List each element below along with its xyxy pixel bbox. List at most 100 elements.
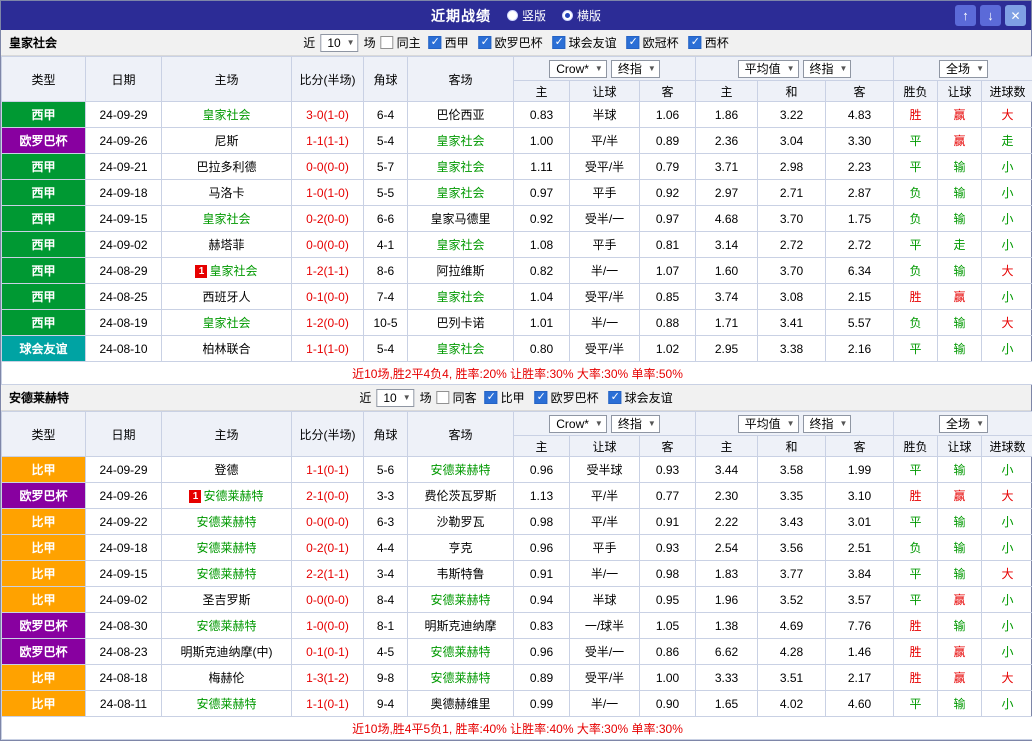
checkbox-icon[interactable] [689, 36, 702, 49]
league-filter[interactable]: 欧罗巴杯 [535, 389, 599, 406]
away-team-cell[interactable]: 皇家社会 [408, 128, 514, 154]
result-cell: 小 [982, 336, 1032, 362]
home-team-cell[interactable]: 安德莱赫特 [162, 691, 292, 717]
mode-option-vertical[interactable]: 竖版 [507, 7, 546, 24]
away-team-cell[interactable]: 费伦茨瓦罗斯 [408, 483, 514, 509]
odds-cell: 2.16 [826, 336, 894, 362]
euro-time-select[interactable]: 终指▼ [803, 415, 852, 433]
league-filter[interactable]: 西杯 [689, 34, 729, 51]
home-team-cell[interactable]: 圣吉罗斯 [162, 587, 292, 613]
bookmaker-select[interactable]: Crow*▼ [549, 60, 607, 78]
home-team-cell[interactable]: 安德莱赫特 [162, 509, 292, 535]
away-team-cell[interactable]: 安德莱赫特 [408, 639, 514, 665]
same-checkbox-0[interactable] [381, 36, 394, 49]
odds-cell: 0.94 [514, 587, 570, 613]
scroll-up-button[interactable]: ↑ [955, 5, 976, 26]
away-team-cell[interactable]: 巴列卡诺 [408, 310, 514, 336]
away-team-cell[interactable]: 明斯克迪纳摩 [408, 613, 514, 639]
home-team-cell[interactable]: 1皇家社会 [162, 258, 292, 284]
odds-cell: 2.22 [696, 509, 758, 535]
scroll-down-button[interactable]: ↓ [980, 5, 1001, 26]
home-team-cell[interactable]: 明斯克迪纳摩(中) [162, 639, 292, 665]
scope-select[interactable]: 全场▼ [939, 415, 988, 433]
home-team-cell[interactable]: 安德莱赫特 [162, 561, 292, 587]
result-cell: 小 [982, 613, 1032, 639]
competition-cell: 西甲 [2, 310, 86, 336]
same-side-filter[interactable]: 同主 [381, 34, 421, 51]
team-name: 安德莱赫特 [430, 645, 490, 659]
away-team-cell[interactable]: 巴伦西亚 [408, 102, 514, 128]
home-team-cell[interactable]: 赫塔菲 [162, 232, 292, 258]
odds-cell: 1.38 [696, 613, 758, 639]
odds-time-select[interactable]: 终指▼ [611, 60, 660, 78]
away-team-cell[interactable]: 安德莱赫特 [408, 457, 514, 483]
team-name: 安德莱赫特 [430, 671, 490, 685]
home-team-cell[interactable]: 巴拉多利德 [162, 154, 292, 180]
away-team-cell[interactable]: 奥德赫维里 [408, 691, 514, 717]
league-filter[interactable]: 欧罗巴杯 [479, 34, 543, 51]
checkbox-icon[interactable] [627, 36, 640, 49]
home-team-cell[interactable]: 柏林联合 [162, 336, 292, 362]
radio-icon-1[interactable] [562, 10, 573, 21]
close-button[interactable]: ✕ [1005, 5, 1026, 26]
checkbox-icon[interactable] [553, 36, 566, 49]
home-team-cell[interactable]: 梅赫伦 [162, 665, 292, 691]
home-team-cell[interactable]: 安德莱赫特 [162, 613, 292, 639]
home-team-cell[interactable]: 安德莱赫特 [162, 535, 292, 561]
home-team-cell[interactable]: 皇家社会 [162, 206, 292, 232]
away-team-cell[interactable]: 皇家社会 [408, 154, 514, 180]
away-team-cell[interactable]: 皇家社会 [408, 336, 514, 362]
home-team-cell[interactable]: 西班牙人 [162, 284, 292, 310]
corner-cell: 5-5 [364, 180, 408, 206]
same-checkbox-1[interactable] [437, 391, 450, 404]
checkbox-icon[interactable] [429, 36, 442, 49]
odds-cell: 1.71 [696, 310, 758, 336]
away-team-cell[interactable]: 皇家社会 [408, 232, 514, 258]
euro-source-select[interactable]: 平均值▼ [738, 60, 799, 78]
match-count-select[interactable]: 10 ▼ [376, 389, 414, 407]
away-team-cell[interactable]: 皇家社会 [408, 284, 514, 310]
unit-label: 场 [420, 389, 432, 406]
score-cell: 1-1(0-1) [292, 457, 364, 483]
home-team-cell[interactable]: 1安德莱赫特 [162, 483, 292, 509]
league-filter[interactable]: 欧冠杯 [627, 34, 679, 51]
away-team-cell[interactable]: 阿拉维斯 [408, 258, 514, 284]
home-team-cell[interactable]: 皇家社会 [162, 102, 292, 128]
col-header-score: 比分(半场) [292, 57, 364, 102]
league-filter[interactable]: 西甲 [429, 34, 469, 51]
bookmaker-select[interactable]: Crow*▼ [549, 415, 607, 433]
away-team-cell[interactable]: 韦斯特鲁 [408, 561, 514, 587]
odds-cell: 0.99 [514, 691, 570, 717]
euro-source-select[interactable]: 平均值▼ [738, 415, 799, 433]
odds-cell: 0.82 [514, 258, 570, 284]
home-team-cell[interactable]: 马洛卡 [162, 180, 292, 206]
checkbox-icon[interactable] [479, 36, 492, 49]
odds-cell: 1.01 [514, 310, 570, 336]
same-side-filter[interactable]: 同客 [437, 389, 477, 406]
scope-select[interactable]: 全场▼ [939, 60, 988, 78]
odds-time-select[interactable]: 终指▼ [611, 415, 660, 433]
home-team-cell[interactable]: 尼斯 [162, 128, 292, 154]
away-team-cell[interactable]: 沙勒罗瓦 [408, 509, 514, 535]
away-team-cell[interactable]: 皇家社会 [408, 180, 514, 206]
result-cell: 小 [982, 206, 1032, 232]
away-team-cell[interactable]: 安德莱赫特 [408, 665, 514, 691]
away-team-cell[interactable]: 安德莱赫特 [408, 587, 514, 613]
checkbox-icon[interactable] [609, 391, 622, 404]
away-team-cell[interactable]: 亨克 [408, 535, 514, 561]
checkbox-icon[interactable] [485, 391, 498, 404]
home-team-cell[interactable]: 皇家社会 [162, 310, 292, 336]
mode-option-horizontal[interactable]: 横版 [562, 7, 601, 24]
league-filter[interactable]: 球会友谊 [609, 389, 673, 406]
corner-cell: 10-5 [364, 310, 408, 336]
away-team-cell[interactable]: 皇家马德里 [408, 206, 514, 232]
match-count-select[interactable]: 10 ▼ [320, 34, 358, 52]
league-filter[interactable]: 球会友谊 [553, 34, 617, 51]
date-cell: 24-09-18 [86, 535, 162, 561]
team-name: 安德莱赫特 [196, 567, 256, 581]
league-filter[interactable]: 比甲 [485, 389, 525, 406]
radio-icon-0[interactable] [507, 10, 518, 21]
checkbox-icon[interactable] [535, 391, 548, 404]
euro-time-select[interactable]: 终指▼ [803, 60, 852, 78]
home-team-cell[interactable]: 登德 [162, 457, 292, 483]
